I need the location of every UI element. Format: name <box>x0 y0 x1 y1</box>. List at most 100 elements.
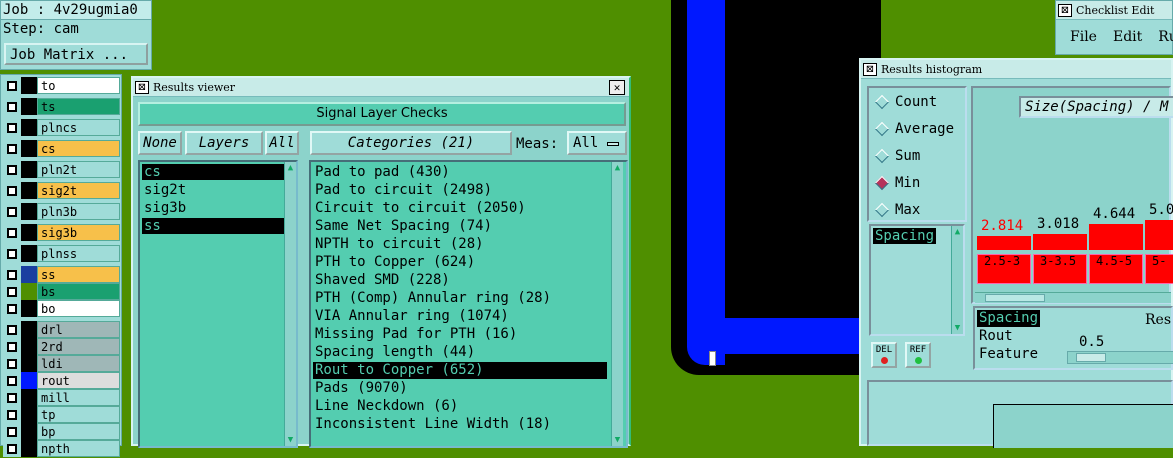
histogram-titlebar[interactable]: ⊠ Results histogram <box>861 60 1171 79</box>
layer-name[interactable]: pln3b <box>37 203 120 220</box>
layer-swatch[interactable] <box>21 77 37 94</box>
window-menu-icon[interactable]: ⊠ <box>863 62 877 76</box>
layer-row[interactable]: plnss <box>3 245 120 262</box>
results-layer-item[interactable]: ss <box>142 218 284 234</box>
layer-swatch[interactable] <box>21 372 37 389</box>
scroll-up-icon[interactable]: ▲ <box>612 162 623 174</box>
layer-checkbox[interactable] <box>3 119 21 136</box>
layer-row[interactable]: ts <box>3 98 120 115</box>
layer-swatch[interactable] <box>21 182 37 199</box>
layer-checkbox[interactable] <box>3 98 21 115</box>
layer-checkbox[interactable] <box>3 300 21 317</box>
radio-diamond-icon[interactable] <box>874 202 890 218</box>
layer-checkbox[interactable] <box>3 245 21 262</box>
layer-checkbox[interactable] <box>3 355 21 372</box>
results-viewer-titlebar[interactable]: ⊠ Results viewer <box>133 78 629 97</box>
category-item[interactable]: Inconsistent Line Width (18) <box>313 416 607 433</box>
histogram-hscrollbar[interactable] <box>975 292 1171 303</box>
layer-row[interactable]: mill <box>3 389 120 406</box>
category-item[interactable]: Spacing length (44) <box>313 344 607 361</box>
layer-row[interactable]: ldi <box>3 355 120 372</box>
layer-row[interactable]: cs <box>3 140 120 157</box>
scroll-up-icon[interactable]: ▲ <box>285 162 296 174</box>
layer-name[interactable]: cs <box>37 140 120 157</box>
histogram-bar[interactable] <box>1089 224 1143 250</box>
stat-option[interactable]: Count <box>874 92 937 112</box>
scroll-down-icon[interactable]: ▼ <box>612 434 623 446</box>
layer-row[interactable]: plncs <box>3 119 120 136</box>
menu-run[interactable]: Ru <box>1158 29 1173 45</box>
category-item[interactable]: Pads (9070) <box>313 380 607 397</box>
histogram-bar[interactable] <box>1145 220 1173 250</box>
mode-feature[interactable]: Feature <box>977 346 1040 363</box>
layer-checkbox[interactable] <box>3 440 21 457</box>
layer-row[interactable]: rout <box>3 372 120 389</box>
layer-row[interactable]: pln3b <box>3 203 120 220</box>
layer-swatch[interactable] <box>21 283 37 300</box>
scroll-down-icon[interactable]: ▼ <box>952 322 963 334</box>
scroll-thumb[interactable] <box>985 294 1045 302</box>
menu-file[interactable]: File <box>1070 29 1097 45</box>
layer-name[interactable]: bs <box>37 283 120 300</box>
close-icon[interactable]: ✕ <box>609 80 625 95</box>
layer-swatch[interactable] <box>21 224 37 241</box>
layer-name[interactable]: plnss <box>37 245 120 262</box>
layer-swatch[interactable] <box>21 245 37 262</box>
layer-checkbox[interactable] <box>3 224 21 241</box>
slider-thumb[interactable] <box>1076 353 1106 362</box>
layer-checkbox[interactable] <box>3 283 21 300</box>
window-menu-icon[interactable]: ⊠ <box>135 80 149 94</box>
radio-diamond-icon[interactable] <box>874 148 890 164</box>
layer-row[interactable]: bp <box>3 423 120 440</box>
window-menu-icon[interactable]: ⊠ <box>1058 3 1072 17</box>
measure-scrollbar[interactable]: ▲ ▼ <box>951 226 963 334</box>
scroll-up-icon[interactable]: ▲ <box>952 226 963 238</box>
layer-swatch[interactable] <box>21 338 37 355</box>
meas-select[interactable]: All <box>567 131 627 155</box>
stat-option[interactable]: Average <box>874 119 954 139</box>
layer-checkbox[interactable] <box>3 266 21 283</box>
layer-checkbox[interactable] <box>3 161 21 178</box>
histogram-bin-label[interactable]: 3-3.5 <box>1033 254 1087 284</box>
histogram-bin-label[interactable]: 5- <box>1145 254 1173 284</box>
layer-checkbox[interactable] <box>3 372 21 389</box>
category-item[interactable]: Pad to circuit (2498) <box>313 182 607 199</box>
category-item[interactable]: Same Net Spacing (74) <box>313 218 607 235</box>
category-item[interactable]: Line Neckdown (6) <box>313 398 607 415</box>
layer-swatch[interactable] <box>21 406 37 423</box>
layer-row[interactable]: to <box>3 77 120 94</box>
layer-row[interactable]: 2rd <box>3 338 120 355</box>
category-item[interactable]: Rout to Copper (652) <box>313 362 607 379</box>
scroll-down-icon[interactable]: ▼ <box>285 434 296 446</box>
layer-row[interactable]: drl <box>3 321 120 338</box>
category-item[interactable]: PTH (Comp) Annular ring (28) <box>313 290 607 307</box>
layer-name[interactable]: rout <box>37 372 120 389</box>
layer-name[interactable]: ts <box>37 98 120 115</box>
category-item[interactable]: VIA Annular ring (1074) <box>313 308 607 325</box>
layer-row[interactable]: ss <box>3 266 120 283</box>
layer-swatch[interactable] <box>21 355 37 372</box>
layer-checkbox[interactable] <box>3 389 21 406</box>
histogram-bar[interactable] <box>1033 234 1087 250</box>
job-matrix-button[interactable]: Job Matrix ... <box>4 43 148 65</box>
layer-row[interactable]: tp <box>3 406 120 423</box>
menu-edit[interactable]: Edit <box>1113 29 1142 45</box>
layer-swatch[interactable] <box>21 300 37 317</box>
layer-name[interactable]: 2rd <box>37 338 120 355</box>
radio-diamond-icon[interactable] <box>874 121 890 137</box>
layer-checkbox[interactable] <box>3 321 21 338</box>
layer-name[interactable]: sig3b <box>37 224 120 241</box>
categories-scrollbar[interactable]: ▲ ▼ <box>611 162 623 446</box>
layer-swatch[interactable] <box>21 119 37 136</box>
layer-swatch[interactable] <box>21 266 37 283</box>
layer-row[interactable]: sig3b <box>3 224 120 241</box>
layer-swatch[interactable] <box>21 440 37 457</box>
layer-name[interactable]: plncs <box>37 119 120 136</box>
categories-button[interactable]: Categories (21) <box>310 131 512 155</box>
histogram-bin-label[interactable]: 2.5-3 <box>977 254 1031 284</box>
layer-name[interactable]: mill <box>37 389 120 406</box>
radio-diamond-icon[interactable] <box>874 94 890 110</box>
spacing-item[interactable]: Spacing <box>873 228 937 244</box>
radio-diamond-icon[interactable] <box>874 175 890 191</box>
layer-swatch[interactable] <box>21 321 37 338</box>
